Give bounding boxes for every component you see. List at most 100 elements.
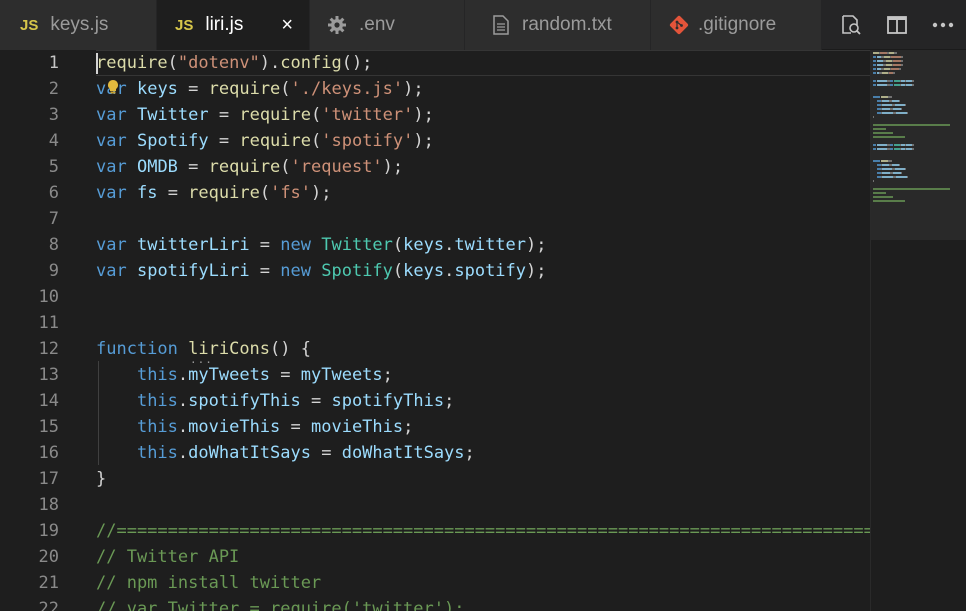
code-line[interactable]: 9 var spotifyLiri = new Spotify(keys.spot… <box>0 258 870 284</box>
code-editor[interactable]: 1require("dotenv").config();2var keys = … <box>0 50 870 611</box>
close-icon[interactable]: × <box>281 14 293 37</box>
code-line[interactable]: 8 var twitterLiri = new Twitter(keys.twit… <box>0 232 870 258</box>
code-line[interactable]: 11 <box>0 310 870 336</box>
code-token: this <box>136 443 178 463</box>
code-token: spotifyLiri <box>136 261 250 281</box>
minimap-token <box>901 64 903 66</box>
code-text: var twitterLiri = new Twitter(keys.twitt… <box>96 232 547 258</box>
minimap-token <box>882 104 892 106</box>
code-token: ( <box>311 105 322 125</box>
code-token: this <box>136 365 178 385</box>
minimap[interactable] <box>870 50 966 611</box>
code-token: var <box>96 261 127 281</box>
minimap-token <box>873 160 880 162</box>
code-line[interactable]: 2 var keys = require('./keys.js'); <box>0 76 870 102</box>
tab-env[interactable]: .env <box>310 0 465 50</box>
code-token: ( <box>311 131 322 151</box>
code-line[interactable]: 21 // npm install twitter <box>0 570 870 596</box>
code-line[interactable]: 4 var Spotify = require('spotify'); <box>0 128 870 154</box>
code-token: config <box>280 53 342 73</box>
code-line[interactable]: 5 var OMDB = require('request'); <box>0 154 870 180</box>
minimap-token <box>882 176 893 178</box>
minimap-token <box>873 196 893 198</box>
code-token: require <box>239 105 311 125</box>
minimap-token <box>899 68 901 70</box>
open-changes-icon[interactable] <box>828 0 874 50</box>
code-token: keys <box>403 261 445 281</box>
gear-icon <box>327 15 347 35</box>
minimap-token <box>890 80 893 82</box>
code-token: require <box>208 157 281 177</box>
file-text-icon <box>493 15 509 35</box>
code-line[interactable]: 1 require("dotenv").config(); <box>0 50 870 76</box>
minimap-token <box>899 100 900 102</box>
line-number: 5 <box>48 157 59 177</box>
more-actions-icon[interactable] <box>920 0 966 50</box>
minimap-token <box>873 128 886 130</box>
line-number: 7 <box>48 209 59 229</box>
minimap-token <box>893 72 895 74</box>
code-line[interactable]: 10 <box>0 284 870 310</box>
lightbulb-icon[interactable] <box>106 79 120 95</box>
minimap-token <box>888 160 892 162</box>
tab-label: .gitignore <box>698 14 777 35</box>
code-line[interactable]: 15 this.movieThis = movieThis; <box>0 414 870 440</box>
code-token: ( <box>392 261 404 281</box>
code-line[interactable]: 17} <box>0 466 870 492</box>
text-cursor <box>96 53 98 74</box>
code-token: var <box>96 131 127 151</box>
code-line[interactable]: 18 <box>0 492 870 518</box>
code-line[interactable]: 16 this.doWhatItSays = doWhatItSays; <box>0 440 870 466</box>
code-token: . <box>177 443 189 463</box>
minimap-token <box>877 148 887 150</box>
minimap-token <box>901 108 902 110</box>
code-token: // npm install twitter <box>96 573 322 593</box>
minimap-token <box>882 164 889 166</box>
tab-random-txt[interactable]: random.txt <box>465 0 651 50</box>
minimap-token <box>893 108 901 110</box>
code-line[interactable]: 14 this.spotifyThis = spotifyThis; <box>0 388 870 414</box>
code-token: var <box>96 157 127 177</box>
line-number: 2 <box>48 79 59 99</box>
code-token: keys <box>136 79 178 99</box>
editor-actions <box>822 0 966 49</box>
code-line[interactable]: 3 var Twitter = require('twitter'); <box>0 102 870 128</box>
code-text: this.spotifyThis = spotifyThis; <box>96 388 454 414</box>
code-token: twitterLiri <box>136 235 250 255</box>
code-token: require <box>188 183 260 203</box>
tab-liri-js[interactable]: JS liri.js × <box>157 0 310 50</box>
code-token: = <box>208 105 240 125</box>
code-line[interactable]: 6 var fs = require('fs'); <box>0 180 870 206</box>
tab-keys-js[interactable]: JS keys.js <box>0 0 157 50</box>
code-token: = <box>300 391 332 411</box>
minimap-token <box>912 144 914 146</box>
split-editor-icon[interactable] <box>874 0 920 50</box>
code-text: this.myTweets = myTweets; <box>96 362 393 388</box>
minimap-token <box>873 132 893 134</box>
code-line[interactable]: 22 // var Twitter = require('twitter'); <box>0 596 870 611</box>
minimap-token <box>890 144 893 146</box>
minimap-token <box>873 96 880 98</box>
code-token: spotifyThis <box>188 391 301 411</box>
code-token: function <box>96 339 178 359</box>
code-token: require <box>96 53 168 73</box>
minimap-token <box>907 112 908 114</box>
code-line[interactable]: 12 function liriCons() { <box>0 336 870 362</box>
code-token: (); <box>341 53 373 73</box>
code-token: ); <box>526 235 547 255</box>
minimap-token <box>901 60 903 62</box>
minimap-token <box>873 192 886 194</box>
line-number: 9 <box>48 261 59 281</box>
code-token: = <box>270 365 301 385</box>
line-number: 15 <box>38 417 59 437</box>
code-line[interactable]: 13 this.myTweets = myTweets; <box>0 362 870 388</box>
tab-gitignore[interactable]: .gitignore <box>651 0 822 50</box>
code-text: this.doWhatItSays = doWhatItSays; <box>96 440 475 466</box>
code-line[interactable]: 7 <box>0 206 870 232</box>
code-line[interactable]: 20 // Twitter API <box>0 544 870 570</box>
line-number: 18 <box>38 495 59 515</box>
code-line[interactable]: 19 //====================================… <box>0 518 870 544</box>
